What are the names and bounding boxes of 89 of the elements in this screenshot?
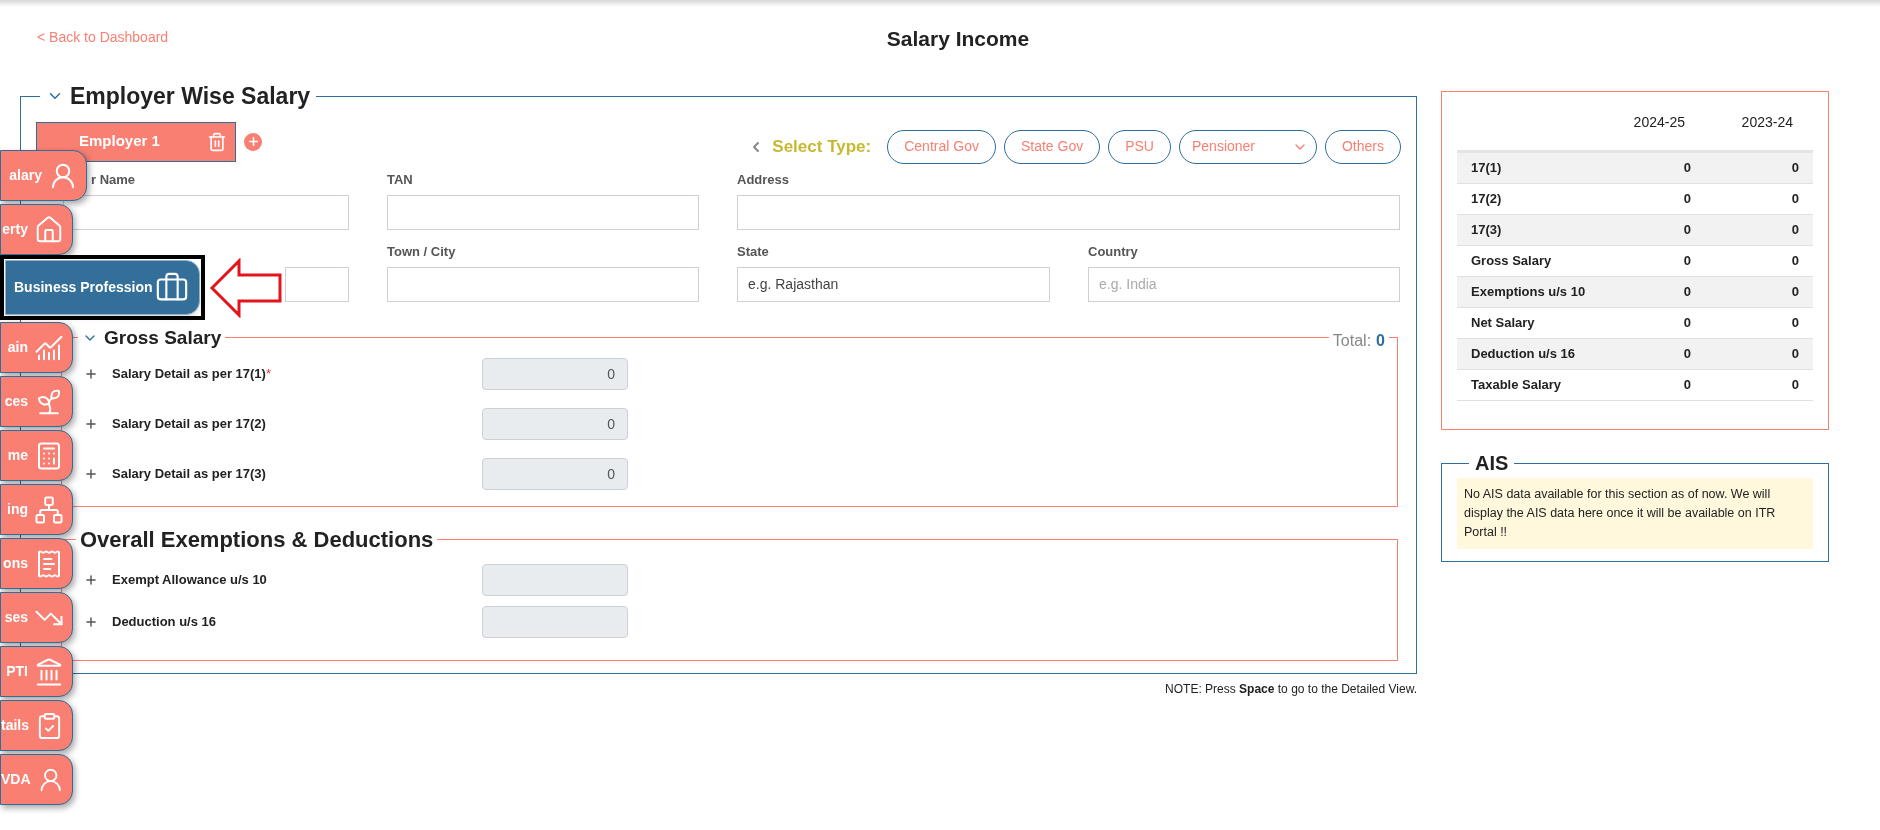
expand-icon[interactable] (84, 417, 98, 431)
row-label: Salary Detail as per 17(2) (112, 415, 266, 434)
side-menu-tab[interactable]: ons (0, 538, 73, 589)
type-option-button[interactable]: Others (1325, 129, 1401, 164)
row-label: Salary Detail as per 17(1) (112, 365, 266, 384)
table-cell-text: Net Salary (1470, 314, 1536, 333)
table-cell-text: 0 (1790, 283, 1800, 302)
type-option-button[interactable]: Central Gov (887, 129, 996, 164)
expand-icon[interactable] (84, 615, 98, 629)
select-type-label: Select Type: (772, 135, 872, 158)
hierarchy-icon (34, 494, 64, 525)
table-cell-text: 0 (1682, 221, 1692, 240)
type-option-button[interactable]: State Gov (1003, 129, 1101, 164)
table-cell-text: Taxable Salary (1470, 376, 1563, 395)
text-field[interactable] (63, 194, 349, 230)
total-value: 0 (1376, 331, 1385, 351)
trash-icon[interactable] (207, 131, 227, 152)
table-cell-text: 17(2) (1470, 190, 1503, 209)
table-cell-text: 0 (1682, 159, 1692, 178)
side-menu-tab[interactable]: ing (0, 484, 73, 535)
text-field[interactable] (737, 194, 1400, 230)
section-title: AIS (1475, 452, 1509, 474)
field-label: TAN (387, 170, 413, 188)
field-label: Town / City (387, 242, 456, 260)
section-title: Gross Salary (104, 325, 222, 350)
side-menu-tab[interactable]: PTI (0, 646, 73, 697)
row-label: Deduction u/s 16 (112, 613, 217, 632)
expand-icon[interactable] (84, 573, 98, 587)
back-link[interactable]: < Back to Dashboard (37, 27, 169, 48)
keyboard-hint-note: NOTE: Press Space to go to the Detailed View. (1165, 681, 1417, 698)
table-cell-text: Gross Salary (1470, 252, 1553, 271)
text-field[interactable]: e.g. Rajasthan (737, 266, 1050, 302)
side-menu-tab[interactable]: tails (0, 700, 73, 751)
row-label: Exempt Allowance u/s 10 (112, 571, 267, 590)
employer-tab-label: Employer 1 (79, 131, 160, 152)
side-menu-tab[interactable]: ain (0, 322, 73, 373)
text-field[interactable] (387, 266, 699, 302)
text-field[interactable] (387, 194, 699, 230)
field-label: Address (737, 170, 790, 188)
table-cell-text: Deduction u/s 16 (1470, 345, 1577, 364)
type-option-button[interactable]: PSU (1108, 129, 1171, 164)
text-field[interactable] (285, 266, 349, 302)
column-header: 2024-25 (1633, 113, 1685, 132)
side-menu-tab[interactable]: alary (0, 150, 87, 201)
side-menu-tab[interactable]: erty (0, 204, 73, 255)
table-cell-text: 17(1) (1470, 159, 1503, 178)
table-cell-text: 0 (1790, 159, 1800, 178)
text-field[interactable]: e.g. India (1088, 266, 1400, 302)
side-menu-tab[interactable]: ces (0, 376, 73, 427)
section-title: Employer Wise Salary (70, 82, 311, 111)
field-label: r Name (91, 170, 136, 188)
bank-icon (34, 656, 64, 687)
table-cell-text: 0 (1682, 252, 1692, 271)
table-cell-text: 0 (1790, 221, 1800, 240)
amount-field[interactable]: 0 (482, 358, 628, 390)
table-cell-text: 0 (1790, 376, 1800, 395)
side-menu-tab[interactable]: Business Profession (5, 260, 200, 315)
table-cell-text: 17(3) (1470, 221, 1503, 240)
side-menu-tab[interactable]: ses (0, 592, 73, 643)
amount-field[interactable]: 0 (482, 408, 628, 440)
house-icon (34, 214, 64, 245)
ais-message: No AIS data available for this section as of now. We will display the AIS data here once it will be available on ITR Portal !! (1457, 478, 1813, 549)
field-label: State (737, 242, 769, 260)
row-label: Salary Detail as per 17(3) (112, 465, 266, 484)
table-cell-text: 0 (1790, 314, 1800, 333)
side-menu-tab[interactable]: VDA (0, 754, 73, 805)
column-header: 2023-24 (1741, 113, 1793, 132)
table-cell-text: 0 (1790, 252, 1800, 271)
table-cell-text: 0 (1682, 283, 1692, 302)
table-cell-text: 0 (1682, 345, 1692, 364)
table-cell-text: 0 (1682, 376, 1692, 395)
amount-field[interactable] (482, 606, 628, 638)
expand-icon[interactable] (84, 367, 98, 381)
amount-field[interactable]: 0 (482, 458, 628, 490)
table-cell-text: 0 (1790, 345, 1800, 364)
employer-tab[interactable]: Employer 1 (36, 121, 236, 162)
table-cell-text: 0 (1790, 190, 1800, 209)
type-dropdown[interactable]: Pensioner (1179, 129, 1317, 164)
amount-field[interactable] (482, 564, 628, 596)
page-title: Salary Income (886, 26, 1030, 52)
total-label: Total: (1332, 331, 1372, 351)
field-label: Country (1088, 242, 1138, 260)
side-menu-tab[interactable]: me (0, 430, 73, 481)
required-asterisk: * (265, 365, 271, 384)
section-title: Overall Exemptions & Deductions (80, 527, 434, 552)
expand-icon[interactable] (84, 467, 98, 481)
table-cell-text: 0 (1682, 190, 1692, 209)
table-cell-text: 0 (1682, 314, 1692, 333)
table-cell-text: Exemptions u/s 10 (1470, 283, 1587, 302)
